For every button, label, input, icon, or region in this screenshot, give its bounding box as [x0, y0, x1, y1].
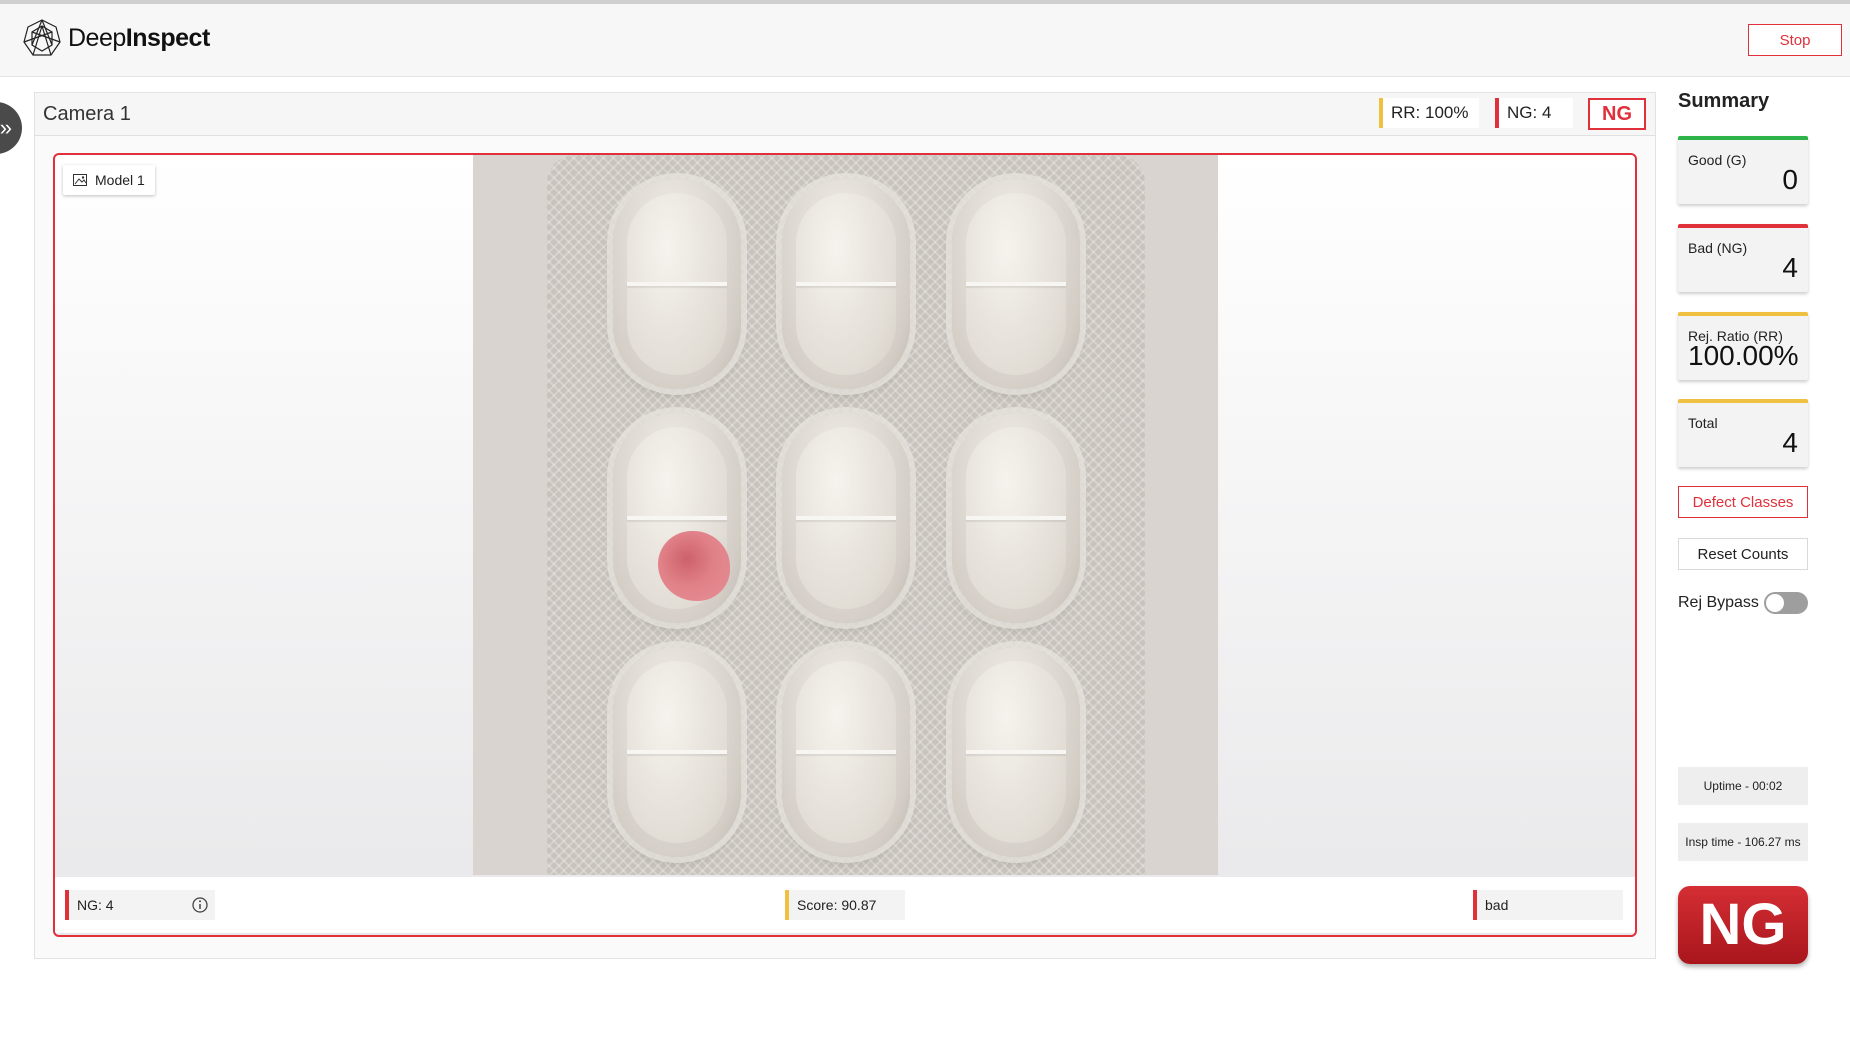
rr-chip: RR: 100% [1379, 98, 1479, 128]
pill-cell [782, 179, 910, 389]
app-header: DeepInspect Stop [0, 4, 1850, 77]
pill [627, 193, 727, 375]
rej-ratio-value: 100.00% [1688, 340, 1799, 371]
pill-cell [613, 647, 741, 857]
inspection-image-viewport[interactable]: Model 1 NG: 4 Score: 90.87 bad [53, 153, 1637, 937]
deepinspect-logo-icon [23, 19, 61, 56]
final-result-badge: NG [1678, 886, 1808, 964]
result-ng-text: NG: 4 [77, 897, 114, 913]
model-label: Model 1 [95, 172, 145, 188]
good-count-value: 0 [1782, 164, 1798, 195]
pill [966, 193, 1066, 375]
pill [966, 427, 1066, 609]
pill [627, 661, 727, 843]
reset-counts-button[interactable]: Reset Counts [1678, 538, 1808, 570]
bad-count-card: Bad (NG) 4 [1678, 224, 1808, 292]
pill [796, 193, 896, 375]
result-score-chip: Score: 90.87 [785, 890, 905, 920]
defect-highlight [658, 531, 730, 601]
rej-bypass-label: Rej Bypass [1678, 594, 1759, 611]
sidebar-expand-button[interactable]: » [0, 102, 22, 154]
image-icon [73, 174, 87, 186]
pill-cell [952, 179, 1080, 389]
camera-status-badge: NG [1588, 98, 1646, 130]
info-icon[interactable] [191, 896, 209, 914]
summary-title: Summary [1678, 90, 1770, 112]
total-count-card: Total 4 [1678, 399, 1808, 467]
pill-cell-defective [613, 413, 741, 623]
rej-ratio-card: Rej. Ratio (RR) 100.00% [1678, 312, 1808, 380]
pill [627, 427, 730, 609]
app-logo: DeepInspect [22, 18, 210, 58]
total-count-label: Total [1688, 415, 1718, 431]
pill [966, 661, 1066, 843]
pill-cell [782, 647, 910, 857]
stop-button[interactable]: Stop [1748, 24, 1842, 56]
app-title: DeepInspect [68, 24, 210, 53]
ng-count-chip: NG: 4 [1495, 98, 1573, 128]
rej-bypass-toggle[interactable] [1764, 592, 1808, 614]
bad-count-value: 4 [1782, 252, 1798, 283]
pill-cell [613, 179, 741, 389]
total-count-value: 4 [1782, 427, 1798, 458]
blister-pack [547, 155, 1145, 875]
pill [796, 427, 896, 609]
result-bar: NG: 4 Score: 90.87 bad [55, 877, 1635, 933]
result-class-chip: bad [1473, 890, 1623, 920]
brand-light: Deep [68, 23, 126, 52]
uptime-display: Uptime - 00:02 [1678, 767, 1808, 805]
double-chevron-right-icon: » [0, 115, 12, 140]
camera-panel: Camera 1 RR: 100% NG: 4 NG Model 1 NG: 4… [34, 92, 1656, 959]
good-count-label: Good (G) [1688, 152, 1747, 168]
good-count-card: Good (G) 0 [1678, 136, 1808, 204]
pill-cell [952, 647, 1080, 857]
insp-time-display: Insp time - 106.27 ms [1678, 823, 1808, 861]
defect-classes-button[interactable]: Defect Classes [1678, 486, 1808, 518]
brand-bold: Inspect [125, 23, 211, 52]
toggle-knob [1766, 594, 1784, 612]
pill-cell [952, 413, 1080, 623]
result-ng-chip: NG: 4 [65, 890, 215, 920]
bad-count-label: Bad (NG) [1688, 240, 1748, 256]
camera-header: Camera 1 RR: 100% NG: 4 NG [35, 93, 1655, 136]
pill-cell [782, 413, 910, 623]
camera-title: Camera 1 [43, 103, 131, 125]
pill [796, 661, 896, 843]
model-selector[interactable]: Model 1 [63, 165, 155, 195]
